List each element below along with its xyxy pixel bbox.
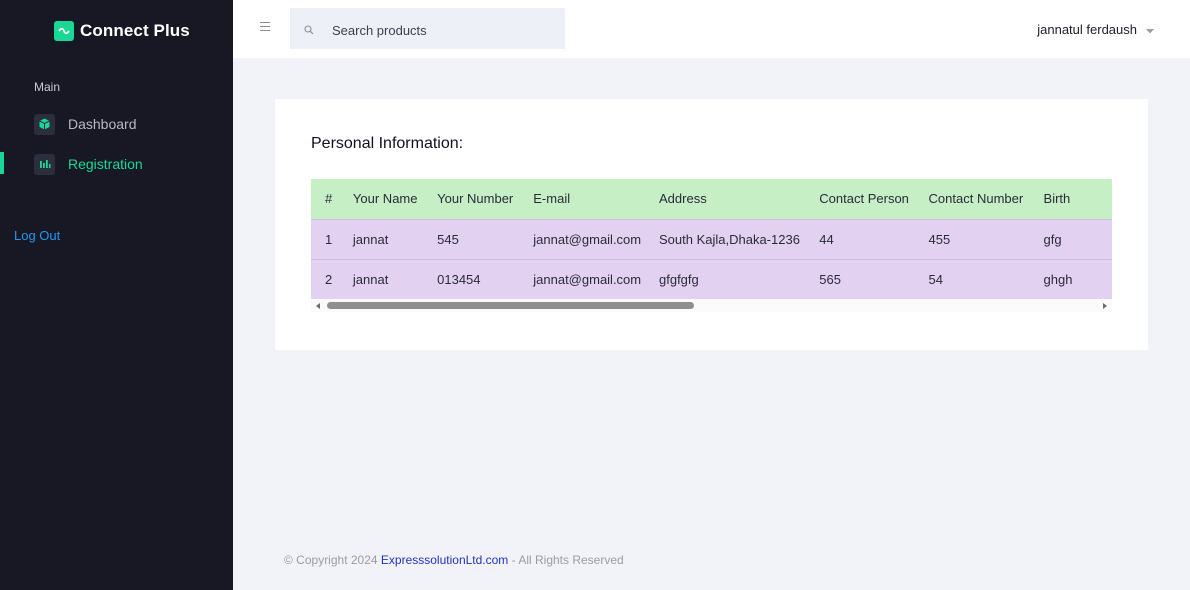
table-cell: 1 [325, 231, 333, 247]
column-header: Contact Number [928, 191, 1024, 207]
footer-copyright: © Copyright 2024 [284, 553, 381, 567]
search-icon [304, 22, 314, 40]
table-row: 1 jannat 545 jannat@gmail.com South Kajl… [311, 219, 1112, 259]
table-cell: jannat [352, 231, 389, 247]
table-row: 2 jannat 013454 jannat@gmail.com gfgfgfg… [311, 259, 1112, 299]
table-cell: gfgfgfg [659, 271, 699, 287]
brand[interactable]: Connect Plus [54, 20, 190, 42]
table-cell: 44 [819, 231, 834, 247]
sidebar-item-dashboard[interactable]: Dashboard [0, 108, 233, 140]
table-cell: gfg [1043, 231, 1062, 247]
table-cell: 54 [928, 271, 943, 287]
scrollbar-thumb[interactable] [327, 302, 694, 309]
table-cell: ghgh [1043, 271, 1073, 287]
column-header: Address [659, 191, 707, 207]
search-bar [290, 8, 565, 49]
user-menu[interactable]: jannatul ferdaush [1037, 19, 1154, 39]
table-cell: 545 [437, 231, 459, 247]
footer-company-link[interactable]: ExpresssolutionLtd.com [381, 553, 508, 567]
table-cell: 2 [325, 271, 333, 287]
column-header: Birth [1043, 191, 1071, 207]
app-root: Connect Plus Main Dashboard Registration… [0, 0, 1190, 590]
table-cell: 565 [819, 271, 841, 287]
search-input[interactable] [330, 19, 554, 41]
table-cell: South Kajla,Dhaka-1236 [659, 231, 800, 247]
active-indicator [0, 152, 4, 174]
scroll-right-arrow-icon[interactable] [1103, 303, 1107, 309]
top-navbar: jannatul ferdaush [233, 0, 1190, 58]
card-title: Personal Information: [311, 135, 464, 152]
column-header: Your Number [437, 191, 514, 207]
scroll-left-arrow-icon[interactable] [316, 303, 320, 309]
brand-name: Connect Plus [80, 21, 190, 40]
logout-link[interactable]: Log Out [14, 228, 60, 243]
footer-rights: - All Rights Reserved [508, 553, 624, 567]
menu-toggle-icon[interactable] [260, 22, 270, 34]
sidebar-section-label: Main [34, 80, 61, 94]
table-header-row: # Your Name Your Number E-mail Address C… [311, 179, 1112, 219]
table-cell: jannat@gmail.com [533, 231, 642, 247]
column-header: E-mail [533, 191, 571, 207]
table-cell: 455 [928, 231, 951, 247]
sidebar-item-registration[interactable]: Registration [0, 148, 233, 180]
table-cell: jannat [352, 271, 389, 287]
cube-icon [34, 113, 55, 135]
personal-info-card: Personal Information: # Your Name Your N… [275, 99, 1148, 350]
column-header: Contact Person [819, 191, 909, 207]
user-name: jannatul ferdaush [1037, 21, 1137, 37]
column-header: # [325, 191, 333, 207]
table-scroll-container[interactable]: # Your Name Your Number E-mail Address C… [311, 179, 1112, 299]
sidebar-item-label: Registration [68, 156, 143, 172]
chevron-down-icon [1146, 21, 1154, 39]
sidebar: Connect Plus Main Dashboard Registration… [0, 0, 233, 590]
horizontal-scrollbar[interactable] [311, 299, 1112, 312]
table-cell: jannat@gmail.com [533, 271, 642, 287]
personal-info-table: # Your Name Your Number E-mail Address C… [311, 179, 1112, 299]
brand-logo-icon [54, 21, 74, 41]
column-header: Your Name [352, 191, 418, 207]
footer: © Copyright 2024 ExpresssolutionLtd.com … [284, 553, 624, 567]
table-cell: 013454 [437, 271, 481, 287]
sidebar-item-label: Dashboard [68, 116, 137, 132]
bar-chart-icon [34, 153, 55, 175]
